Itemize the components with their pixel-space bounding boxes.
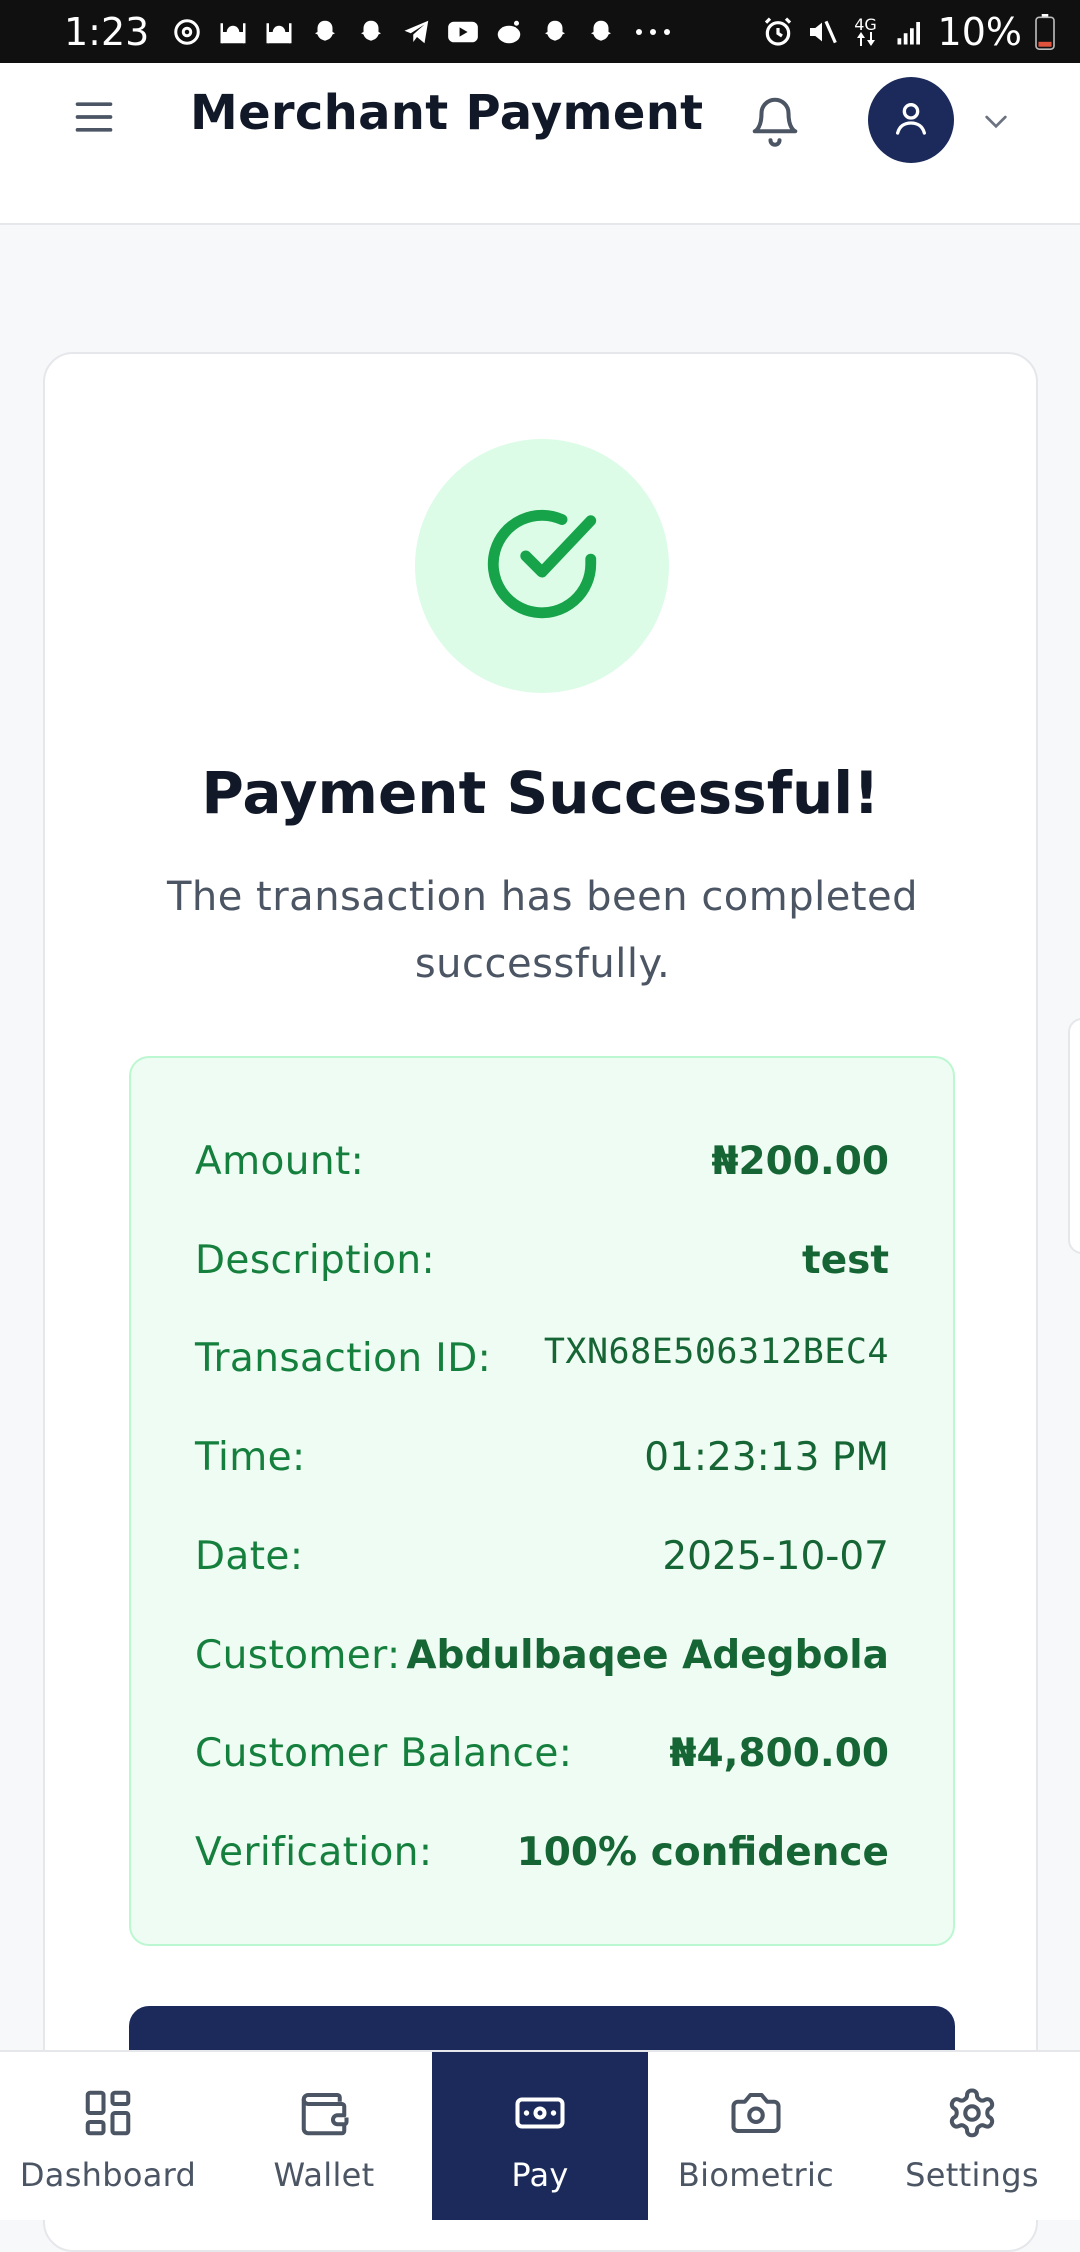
wallet-icon bbox=[297, 2086, 351, 2140]
transaction-details: Amount: ₦200.00 Description: test Transa… bbox=[129, 1056, 955, 1946]
side-drawer-handle[interactable] bbox=[1068, 1018, 1080, 1254]
date-value: 2025-10-07 bbox=[662, 1533, 889, 1579]
detail-label: Description: bbox=[195, 1237, 436, 1283]
signal-icon bbox=[894, 16, 926, 48]
mosque-icon bbox=[263, 16, 295, 48]
nav-item-settings[interactable]: Settings bbox=[864, 2052, 1080, 2220]
battery-percent: 10% bbox=[937, 9, 1022, 54]
nav-label: Wallet bbox=[273, 2156, 375, 2194]
sync-icon bbox=[171, 16, 203, 48]
hamburger-menu-icon[interactable] bbox=[72, 95, 116, 139]
detail-row-customer-balance: Customer Balance: ₦4,800.00 bbox=[195, 1723, 889, 1783]
detail-row-date: Date: 2025-10-07 bbox=[195, 1526, 889, 1586]
nav-item-dashboard[interactable]: Dashboard bbox=[0, 2052, 216, 2220]
detail-label: Transaction ID: bbox=[195, 1335, 492, 1381]
notification-icons bbox=[171, 16, 675, 48]
description-value: test bbox=[802, 1237, 889, 1283]
detail-label: Date: bbox=[195, 1533, 304, 1579]
dashboard-grid-icon bbox=[81, 2086, 135, 2140]
check-circle-icon bbox=[477, 499, 607, 633]
detail-label: Verification: bbox=[195, 1829, 433, 1875]
system-icons: 4G 10% bbox=[762, 10, 1056, 54]
snapchat-icon bbox=[585, 16, 617, 48]
time-value: 01:23:13 PM bbox=[644, 1434, 889, 1480]
amount-value: ₦200.00 bbox=[711, 1138, 889, 1184]
nav-item-biometric[interactable]: Biometric bbox=[648, 2052, 864, 2220]
detail-row-verification: Verification: 100% confidence bbox=[195, 1822, 889, 1882]
snapchat-icon bbox=[539, 16, 571, 48]
nav-label: Pay bbox=[511, 2156, 569, 2194]
detail-label: Time: bbox=[195, 1434, 306, 1480]
reddit-icon bbox=[493, 16, 525, 48]
nav-item-pay[interactable]: Pay bbox=[432, 2052, 648, 2220]
youtube-icon bbox=[447, 16, 479, 48]
bell-icon[interactable] bbox=[748, 93, 802, 147]
nav-label: Settings bbox=[905, 2156, 1039, 2194]
customer-value: Abdulbaqee Adegbola bbox=[406, 1632, 889, 1678]
detail-row-amount: Amount: ₦200.00 bbox=[195, 1131, 889, 1191]
nav-label: Biometric bbox=[677, 2156, 835, 2194]
mute-icon bbox=[806, 16, 838, 48]
network-icon: 4G bbox=[850, 16, 882, 48]
more-icon bbox=[631, 16, 675, 48]
camera-icon bbox=[729, 2086, 783, 2140]
success-badge bbox=[415, 439, 669, 693]
detail-label: Amount: bbox=[195, 1138, 365, 1184]
nav-item-wallet[interactable]: Wallet bbox=[216, 2052, 432, 2220]
success-title: Payment Successful! bbox=[201, 759, 880, 827]
transaction-id-value: TXN68E506312BEC4 bbox=[543, 1332, 889, 1372]
nav-label: Dashboard bbox=[19, 2156, 197, 2194]
payment-result-card: Payment Successful! The transaction has … bbox=[43, 352, 1038, 2252]
user-icon bbox=[891, 98, 931, 142]
detail-row-time: Time: 01:23:13 PM bbox=[195, 1427, 889, 1487]
status-time: 1:23 bbox=[64, 9, 150, 54]
banknote-icon bbox=[513, 2086, 567, 2140]
status-bar: 1:23 4G 10% bbox=[0, 0, 1080, 63]
mosque-icon bbox=[217, 16, 249, 48]
alarm-icon bbox=[762, 16, 794, 48]
detail-label: Customer Balance: bbox=[195, 1730, 573, 1776]
gear-icon bbox=[945, 2086, 999, 2140]
detail-label: Customer: bbox=[195, 1632, 401, 1678]
success-subtitle: The transaction has been completed succe… bbox=[166, 874, 919, 987]
verification-value: 100% confidence bbox=[516, 1829, 889, 1875]
detail-row-transaction-id: Transaction ID: TXN68E506312BEC4 bbox=[195, 1328, 889, 1388]
app-header: Merchant Payment bbox=[0, 63, 1080, 225]
page-title: Merchant Payment bbox=[190, 85, 704, 141]
snapchat-icon bbox=[309, 16, 341, 48]
bottom-nav: Dashboard Wallet Pay Biometric Settings bbox=[0, 2050, 1080, 2220]
network-type: 4G bbox=[854, 15, 877, 34]
chevron-down-icon[interactable] bbox=[980, 105, 1012, 137]
customer-balance-value: ₦4,800.00 bbox=[669, 1730, 889, 1776]
battery-icon bbox=[1034, 13, 1056, 50]
snapchat-icon bbox=[355, 16, 387, 48]
telegram-icon bbox=[401, 16, 433, 48]
detail-row-customer: Customer: Abdulbaqee Adegbola bbox=[195, 1625, 889, 1685]
avatar[interactable] bbox=[868, 77, 954, 163]
detail-row-description: Description: test bbox=[195, 1230, 889, 1290]
